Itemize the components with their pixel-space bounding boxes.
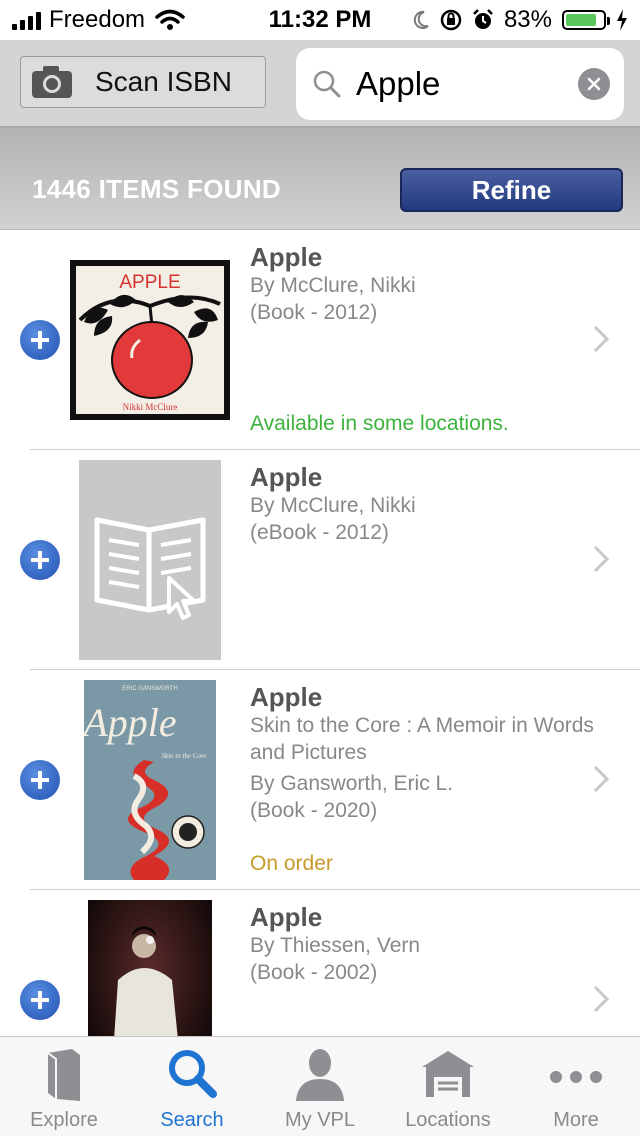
book-cover: ERIC GANSWORTH Apple Skin to the Core (80, 680, 216, 880)
cover-subtitle: Skin to the Core (161, 752, 206, 760)
book-cover (88, 900, 212, 1036)
item-subtitle-cont: and Pictures (250, 741, 367, 764)
cover-title: Apple (84, 700, 177, 745)
battery-percent: 83% (503, 6, 552, 33)
item-info: Apple By McClure, Nikki (Book - 2012) (250, 242, 625, 326)
status-bar: Freedom 11:32 PM 83% (0, 0, 640, 40)
thiessen-cover-image (88, 900, 212, 1036)
refine-button[interactable]: Refine (400, 168, 623, 212)
alarm-icon (473, 9, 493, 29)
search-bar: Scan ISBN Apple (0, 40, 640, 128)
add-button[interactable] (20, 980, 60, 1020)
building-icon (422, 1051, 474, 1097)
item-title: Apple (250, 242, 323, 272)
battery-icon (562, 10, 610, 30)
moon-icon (413, 10, 429, 29)
results-count: 1446 ITEMS FOUND (32, 174, 281, 204)
item-author: By McClure, Nikki (250, 274, 416, 297)
skin-to-the-core-cover-image: ERIC GANSWORTH Apple Skin to the Core (80, 680, 216, 880)
list-item[interactable]: ERIC GANSWORTH Apple Skin to the Core Ap… (0, 670, 640, 890)
tab-label: Search (160, 1109, 224, 1131)
availability-status: Available in some locations. (250, 412, 509, 435)
cover-author: ERIC GANSWORTH (122, 686, 178, 692)
ebook-icon (94, 517, 206, 620)
plus-icon (31, 771, 49, 789)
camera-icon (32, 66, 72, 98)
person-icon (296, 1049, 344, 1101)
search-input[interactable]: Apple (296, 48, 624, 120)
tab-bar: Explore Search My VPL Locations More (0, 1036, 640, 1136)
book-icon (47, 1049, 80, 1101)
cover-author: Nikki McClure (123, 402, 178, 412)
results-list[interactable]: APPLE Nikki McClure Apple By McClure, Ni… (0, 230, 640, 1036)
tab-label: More (553, 1109, 599, 1131)
list-item[interactable]: Apple By Thiessen, Vern (Book - 2002) (0, 890, 640, 1036)
search-query[interactable]: Apple (356, 65, 578, 103)
plus-icon (31, 331, 49, 349)
chevron-right-icon[interactable] (592, 324, 610, 354)
order-status: On order (250, 852, 333, 875)
tab-label: Locations (405, 1109, 491, 1131)
rotation-lock-icon (440, 9, 462, 31)
cover-title: APPLE (119, 272, 180, 293)
item-info: Apple Skin to the Core : A Memoir in Wor… (250, 682, 625, 824)
results-header: 1446 ITEMS FOUND Refine (0, 128, 640, 230)
clear-search-button[interactable] (578, 68, 610, 100)
item-format: (Book - 2002) (250, 961, 378, 984)
tab-locations[interactable]: Locations (384, 1037, 512, 1137)
item-title: Apple (250, 462, 323, 492)
chevron-right-icon[interactable] (592, 544, 610, 574)
chevron-right-icon[interactable] (592, 984, 610, 1014)
item-info: Apple By McClure, Nikki (eBook - 2012) (250, 462, 625, 546)
item-format: (eBook - 2012) (250, 521, 389, 544)
list-item[interactable]: APPLE Nikki McClure Apple By McClure, Ni… (0, 230, 640, 450)
item-format: (Book - 2020) (250, 799, 378, 822)
apple-cover-image: APPLE Nikki McClure (70, 260, 230, 420)
tab-search[interactable]: Search (128, 1037, 256, 1137)
book-cover: APPLE Nikki McClure (70, 260, 230, 420)
book-cover-placeholder (79, 460, 221, 660)
tab-my-vpl[interactable]: My VPL (256, 1037, 384, 1137)
add-button[interactable] (20, 760, 60, 800)
more-icon (550, 1071, 602, 1083)
item-title: Apple (250, 902, 323, 932)
tab-more[interactable]: More (512, 1037, 640, 1137)
tab-explore[interactable]: Explore (0, 1037, 128, 1137)
scan-isbn-label: Scan ISBN (95, 66, 232, 97)
item-author: By Gansworth, Eric L. (250, 772, 454, 795)
item-author: By Thiessen, Vern (250, 934, 421, 957)
tab-label: My VPL (284, 1109, 356, 1131)
search-icon (169, 1050, 217, 1098)
tab-label: Explore (30, 1109, 98, 1131)
item-info: Apple By Thiessen, Vern (Book - 2002) (250, 902, 625, 986)
list-item[interactable]: Apple By McClure, Nikki (eBook - 2012) (0, 450, 640, 670)
close-icon (587, 77, 601, 91)
search-icon (313, 70, 341, 98)
item-title: Apple (250, 682, 323, 712)
add-button[interactable] (20, 320, 60, 360)
chevron-right-icon[interactable] (592, 764, 610, 794)
plus-icon (31, 991, 49, 1009)
scan-isbn-button[interactable]: Scan ISBN (20, 56, 266, 108)
charging-icon (617, 9, 627, 31)
item-author: By McClure, Nikki (250, 494, 416, 517)
item-subtitle: Skin to the Core : A Memoir in Words (250, 714, 594, 737)
item-format: (Book - 2012) (250, 301, 378, 324)
plus-icon (31, 551, 49, 569)
add-button[interactable] (20, 540, 60, 580)
